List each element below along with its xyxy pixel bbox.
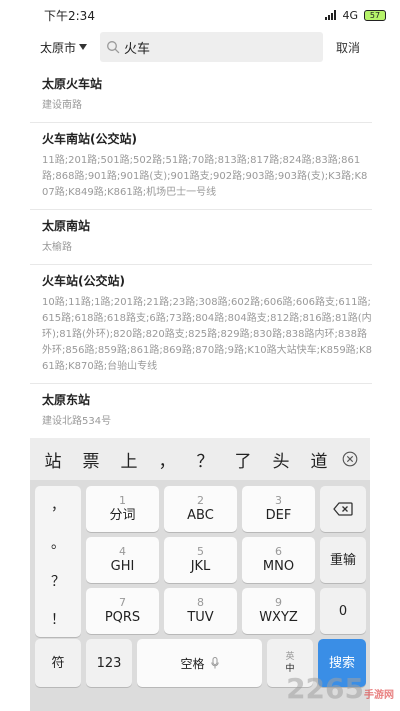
candidate-word[interactable]: ？ [186,447,224,472]
result-subtitle: 11路;201路;501路;502路;51路;70路;813路;817路;824… [42,155,368,198]
key-number: 8 [197,596,204,609]
search-input[interactable] [124,39,314,55]
digits-label: 123 [96,655,122,671]
search-label: 搜索 [328,655,355,671]
symbol-button[interactable]: 符 [35,639,81,687]
watermark-sub: 手游网 [364,690,394,701]
result-list: 太原火车站 建设南路 火车南站(公交站) 11路;201路;501路;502路;… [30,68,372,438]
result-subtitle: 建设北路534号 [42,416,112,427]
key-label: ABC [187,508,214,523]
key-number: 1 [119,494,126,507]
key-label: GHI [110,559,135,574]
watermark-main: 2265 [286,672,364,705]
candidate-word[interactable]: 道 [300,447,338,472]
key-label: JKL [190,559,211,574]
search-icon [107,41,120,54]
space-content: 空格 [180,655,219,672]
city-label: 太原市 [40,40,77,55]
punctuation-key[interactable]: ， [35,486,81,524]
key-1[interactable]: 1 分词 [86,486,159,532]
key-0[interactable]: 0 [320,588,366,634]
key-number: 4 [119,545,126,558]
key-number: 5 [197,545,204,558]
key-8[interactable]: 8 TUV [164,588,237,634]
space-button[interactable]: 空格 [137,639,262,687]
reinput-label: 重输 [329,552,356,568]
search-box[interactable] [100,32,323,62]
key-number: 6 [275,545,282,558]
result-subtitle: 建设南路 [42,100,82,111]
key-number: 2 [197,494,204,507]
digits-button[interactable]: 123 [86,639,132,687]
status-bar: 下午2:34 4G 57 [0,0,400,30]
result-subtitle: 10路;11路;1路;201路;21路;23路;308路;602路;606路;6… [42,297,372,372]
key-4[interactable]: 4 GHI [86,537,159,583]
status-time: 下午2:34 [44,8,95,23]
city-selector[interactable]: 太原市 [0,39,88,56]
language-en: 英 [285,652,295,662]
network-type: 4G [342,8,358,22]
punctuation-key[interactable]: 。 [35,524,81,562]
backspace-icon [333,502,353,516]
signal-icon [325,10,337,20]
reinput-button[interactable]: 重输 [320,537,366,583]
key-6[interactable]: 6 MNO [242,537,315,583]
key-label: 分词 [109,508,136,523]
punctuation-key[interactable]: ！ [35,600,81,638]
key-label: PQRS [104,610,141,625]
key-label: MNO [262,559,295,574]
key-label: TUV [187,610,214,625]
result-subtitle: 太榆路 [42,242,72,253]
list-item[interactable]: 火车站(公交站) 10路;11路;1路;201路;21路;23路;308路;60… [30,265,372,384]
list-item[interactable]: 太原南站 太榆路 [30,210,372,265]
watermark-logo: 2265手游网 [286,672,394,705]
key-label: DEF [265,508,292,523]
key-9[interactable]: 9 WXYZ [242,588,315,634]
backspace-button[interactable] [320,486,366,532]
candidate-bar: 站 票 上 ， ？ 了 头 道 [30,438,370,480]
search-header: 太原市 取消 [0,32,400,62]
candidate-word[interactable]: 了 [224,447,262,472]
caret-down-icon [79,44,88,50]
key-number: 9 [275,596,282,609]
key-3[interactable]: 3 DEF [242,486,315,532]
key-number: 3 [275,494,282,507]
list-item[interactable]: 太原火车站 建设南路 [30,68,372,123]
result-title: 太原火车站 [42,77,103,91]
punctuation-column: ， 。 ？ ！ [35,486,81,637]
status-icons: 4G 57 [325,9,386,22]
key-label: WXYZ [259,610,298,625]
key-5[interactable]: 5 JKL [164,537,237,583]
close-candidates-icon[interactable] [342,451,358,467]
list-item[interactable]: 太原东站 建设北路534号 [30,384,372,438]
result-title: 太原南站 [42,219,91,233]
candidate-word[interactable]: 站 [34,447,72,472]
punctuation-key[interactable]: ？ [35,562,81,600]
battery-icon: 57 [364,9,386,21]
candidate-word[interactable]: ， [148,447,186,472]
key-label: 0 [338,603,348,619]
key-7[interactable]: 7 PQRS [86,588,159,634]
symbol-label: 符 [51,655,65,671]
microphone-icon [210,657,219,669]
result-title: 太原东站 [42,393,91,407]
space-label: 空格 [180,656,205,671]
key-2[interactable]: 2 ABC [164,486,237,532]
candidate-word[interactable]: 头 [262,447,300,472]
key-number: 7 [119,596,126,609]
cancel-button[interactable]: 取消 [336,39,360,56]
list-item[interactable]: 火车南站(公交站) 11路;201路;501路;502路;51路;70路;813… [30,123,372,210]
candidate-word[interactable]: 票 [72,447,110,472]
result-title: 火车南站(公交站) [42,132,137,146]
candidate-word[interactable]: 上 [110,447,148,472]
result-title: 火车站(公交站) [42,274,125,288]
